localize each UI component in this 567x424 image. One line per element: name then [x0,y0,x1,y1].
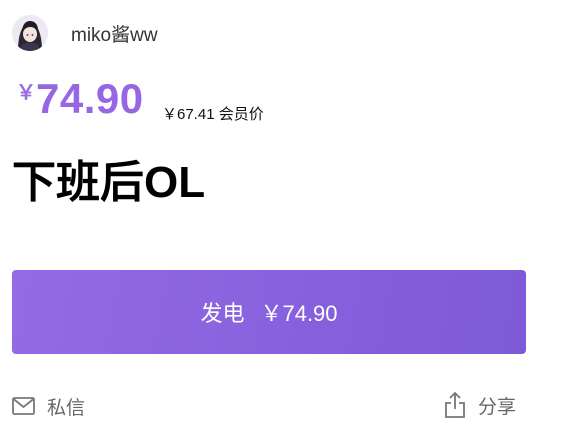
price-amount: 74.90 [36,75,144,122]
product-page: miko酱ww ￥ 74.90 ￥67.41 会员价 下班后OL 发电 ￥74.… [0,0,567,424]
author-info[interactable]: miko酱ww [12,12,158,54]
mail-icon [12,397,35,415]
member-price: ￥67.41 会员价 [162,106,264,123]
currency-symbol: ￥ [16,82,36,104]
message-label: 私信 [47,397,86,419]
share-button[interactable]: 分享 [444,390,516,420]
product-title: 下班后OL [12,158,206,207]
donate-button-price: ￥74.90 [260,301,338,326]
donate-button-label: 发电 [200,301,245,326]
avatar[interactable] [12,15,48,51]
author-name[interactable]: miko酱ww [71,20,158,47]
donate-button[interactable]: 发电 ￥74.90 [12,270,526,354]
share-icon [444,391,466,419]
message-button[interactable]: 私信 [12,392,85,420]
share-label: 分享 [478,396,517,418]
